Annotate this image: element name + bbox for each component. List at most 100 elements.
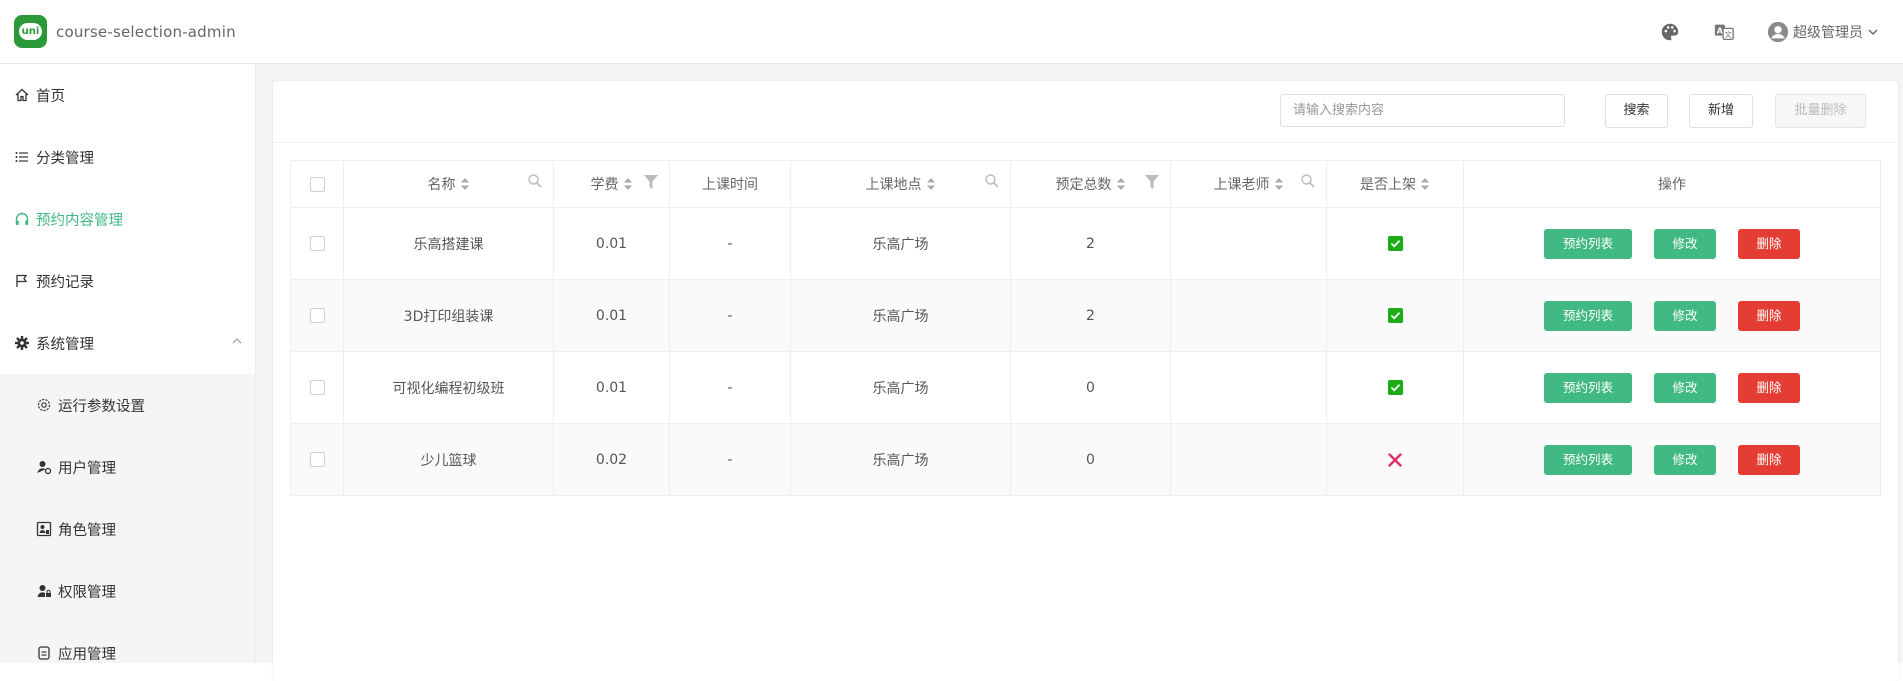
cell-fee: 0.01 (553, 351, 670, 424)
delete-button[interactable]: 删除 (1738, 372, 1800, 403)
edit-button[interactable]: 修改 (1654, 300, 1716, 331)
booking-list-button[interactable]: 预约列表 (1544, 228, 1632, 259)
booking-list-button[interactable]: 预约列表 (1544, 300, 1632, 331)
sidebar-item-runtime-params[interactable]: 运行参数设置 (0, 374, 255, 436)
sidebar-item-home[interactable]: 首页 (0, 64, 255, 126)
user-name: 超级管理员 (1793, 25, 1863, 41)
cross-icon (1388, 452, 1402, 467)
cell-total: 0 (1010, 351, 1171, 424)
user-menu[interactable]: 超级管理员 (1767, 20, 1879, 44)
search-icon[interactable] (527, 173, 543, 189)
sidebar-item-apps[interactable]: 应用管理 (0, 622, 255, 663)
sidebar-item-permissions[interactable]: 权限管理 (0, 560, 255, 622)
search-input[interactable] (1280, 94, 1565, 127)
role-icon (36, 521, 52, 537)
column-header-location[interactable]: 上课地点 (790, 160, 1011, 208)
app-title: course-selection-admin (56, 23, 236, 41)
column-header-on-shelf[interactable]: 是否上架 (1326, 160, 1464, 208)
delete-button[interactable]: 删除 (1738, 300, 1800, 331)
delete-button[interactable]: 删除 (1738, 228, 1800, 259)
chevron-down-icon (1868, 29, 1878, 35)
sidebar-item-booking-records[interactable]: 预约记录 (0, 250, 255, 312)
user-lock-icon (37, 585, 51, 597)
booking-list-button[interactable]: 预约列表 (1544, 372, 1632, 403)
home-icon (15, 88, 29, 102)
column-header-total[interactable]: 预定总数 (1010, 160, 1171, 208)
gear-icon (15, 336, 29, 350)
app-logo[interactable]: uni (14, 15, 47, 48)
add-button[interactable]: 新增 (1689, 94, 1753, 128)
cell-total: 2 (1010, 279, 1171, 352)
cell-name: 可视化编程初级班 (343, 351, 554, 424)
row-select-cell (290, 207, 344, 280)
table-row: 可视化编程初级班 0.01 - 乐高广场 0 预约列表 修改 删除 (290, 351, 1881, 424)
avatar-icon (1767, 21, 1789, 43)
cell-actions: 预约列表 修改 删除 (1463, 279, 1881, 352)
column-header-name[interactable]: 名称 (343, 160, 554, 208)
column-label: 学费 (590, 177, 619, 193)
check-icon (1387, 308, 1403, 323)
column-label: 是否上架 (1360, 177, 1416, 193)
filter-icon[interactable] (643, 173, 659, 191)
sidebar-item-system[interactable]: 系统管理 (0, 312, 255, 374)
sort-icon[interactable] (460, 177, 470, 191)
edit-button[interactable]: 修改 (1654, 228, 1716, 259)
settings-icon (37, 398, 51, 412)
sidebar-item-category[interactable]: 分类管理 (0, 126, 255, 188)
sort-icon[interactable] (1420, 177, 1430, 191)
sidebar-item-label: 预约记录 (36, 274, 94, 291)
cell-location: 乐高广场 (790, 279, 1011, 352)
batch-delete-button[interactable]: 批量删除 (1775, 94, 1866, 128)
row-select-cell (290, 351, 344, 424)
delete-button[interactable]: 删除 (1738, 444, 1800, 475)
booking-list-button[interactable]: 预约列表 (1544, 444, 1632, 475)
sidebar-item-users[interactable]: 用户管理 (0, 436, 255, 498)
cell-fee: 0.01 (553, 207, 670, 280)
cell-actions: 预约列表 修改 删除 (1463, 351, 1881, 424)
row-checkbox[interactable] (309, 452, 325, 467)
cell-on-shelf (1326, 423, 1464, 496)
cell-on-shelf (1326, 207, 1464, 280)
cell-name: 乐高搭建课 (343, 207, 554, 280)
edit-button[interactable]: 修改 (1654, 372, 1716, 403)
translate-icon[interactable]: A 文 (1713, 21, 1735, 43)
search-icon[interactable] (984, 173, 1000, 189)
column-header-teacher[interactable]: 上课老师 (1170, 160, 1327, 208)
sort-icon[interactable] (1274, 177, 1284, 191)
column-header-fee[interactable]: 学费 (553, 160, 670, 208)
cell-fee: 0.02 (553, 423, 670, 496)
sort-icon[interactable] (926, 177, 936, 191)
sort-icon[interactable] (1116, 177, 1126, 191)
sidebar-item-roles[interactable]: 角色管理 (0, 498, 255, 560)
sort-icon[interactable] (623, 177, 633, 191)
select-all-checkbox[interactable] (309, 176, 325, 192)
user-gear-icon (37, 461, 52, 475)
row-checkbox[interactable] (309, 236, 325, 251)
main-content: 搜索 新增 批量删除 (256, 64, 1903, 681)
sidebar: 首页 分类管理 预约内容管理 预约记录 系统管理 运行参数设置 用户管理 角色管… (0, 64, 256, 663)
row-checkbox[interactable] (309, 308, 325, 323)
column-label: 上课时间 (702, 177, 758, 193)
column-label: 上课地点 (865, 177, 922, 193)
filter-icon[interactable] (1144, 173, 1160, 191)
select-all-cell (290, 160, 344, 208)
palette-icon[interactable] (1659, 21, 1681, 43)
check-icon (1387, 236, 1403, 251)
cell-location: 乐高广场 (790, 423, 1011, 496)
cell-actions: 预约列表 修改 删除 (1463, 207, 1881, 280)
search-icon[interactable] (1300, 173, 1316, 189)
cell-teacher (1170, 351, 1327, 424)
chevron-up-icon (232, 338, 242, 344)
sidebar-item-label: 权限管理 (58, 584, 116, 601)
cell-location: 乐高广场 (790, 207, 1011, 280)
search-button[interactable]: 搜索 (1605, 94, 1668, 128)
edit-button[interactable]: 修改 (1654, 444, 1716, 475)
cell-time: - (669, 351, 791, 424)
logo-text: uni (19, 23, 42, 40)
sidebar-item-booking-content[interactable]: 预约内容管理 (0, 188, 255, 250)
table-header-row: 名称 学费 上课时间 上课地点 预定总数 上课老师 是否上架 操作 (290, 160, 1881, 208)
cell-on-shelf (1326, 279, 1464, 352)
row-checkbox[interactable] (309, 380, 325, 395)
course-table-wrapper: 名称 学费 上课时间 上课地点 预定总数 上课老师 是否上架 操作 乐高搭建课 … (290, 160, 1881, 496)
column-label: 名称 (427, 177, 456, 193)
